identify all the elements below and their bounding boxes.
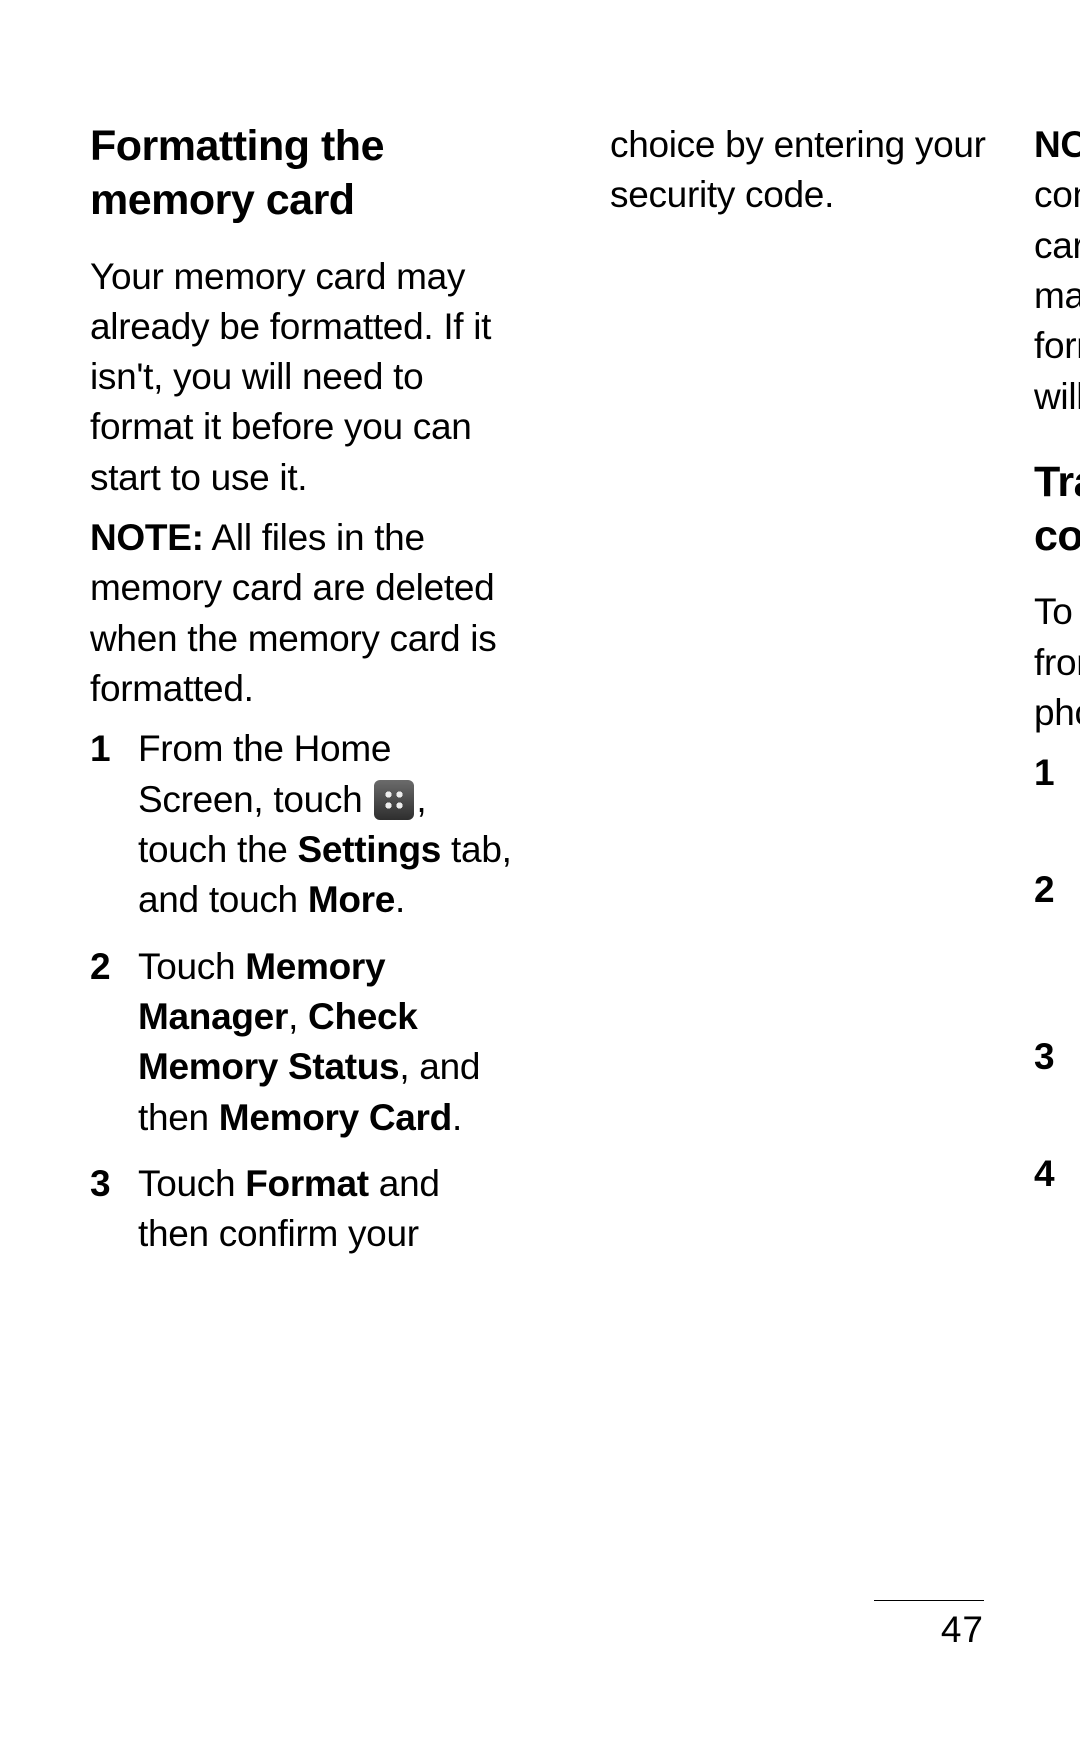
note-paragraph: NOTE: If there is existing content on yo… xyxy=(1034,120,1080,422)
apps-icon xyxy=(374,780,414,820)
content-columns: Formatting the memory card Your memory c… xyxy=(90,120,990,1320)
heading-formatting-memory-card: Formatting the memory card xyxy=(90,120,518,228)
step-item: Touch Copy Contacts from SIM. xyxy=(1034,1032,1080,1133)
manual-page: Formatting the memory card Your memory c… xyxy=(0,0,1080,1761)
heading-transferring-contacts: Transferring your contacts xyxy=(1034,456,1080,564)
page-footer: 47 xyxy=(874,1600,984,1651)
step-item: Touch , touch , then touch SIM Managemen… xyxy=(1034,865,1080,1016)
step-item: From the Home Screen, touch , touch the … xyxy=(90,724,518,925)
ui-label: Format xyxy=(245,1163,369,1204)
ui-label: Settings xyxy=(298,829,442,870)
note-text: If there is existing content on your mem… xyxy=(1034,124,1080,417)
footer-rule xyxy=(874,1600,984,1601)
step-text: . xyxy=(395,879,405,920)
step-item: Touch Memory Manager, Check Memory Statu… xyxy=(90,942,518,1143)
step-text: . xyxy=(452,1097,462,1138)
step-text: Touch xyxy=(138,946,245,987)
note-lead: NOTE: xyxy=(90,517,204,558)
steps-transferring: From the Home Screen, touch . Touch , to… xyxy=(1034,748,1080,1299)
page-number: 47 xyxy=(874,1609,984,1651)
step-item: From the Home Screen, touch . xyxy=(1034,748,1080,849)
step-item: Touch Select All or select names, one by… xyxy=(1034,1149,1080,1300)
step-text: Touch xyxy=(138,1163,245,1204)
ui-label: Memory Card xyxy=(219,1097,452,1138)
paragraph: Your memory card may already be formatte… xyxy=(90,252,518,504)
step-text: From the Home Screen, touch xyxy=(138,728,391,819)
note-paragraph: NOTE: All files in the memory card are d… xyxy=(90,513,518,714)
note-lead: NOTE: xyxy=(1034,124,1080,165)
paragraph: To transfer your contacts from your SIM … xyxy=(1034,587,1080,738)
step-text: , xyxy=(288,996,308,1037)
ui-label: More xyxy=(308,879,395,920)
